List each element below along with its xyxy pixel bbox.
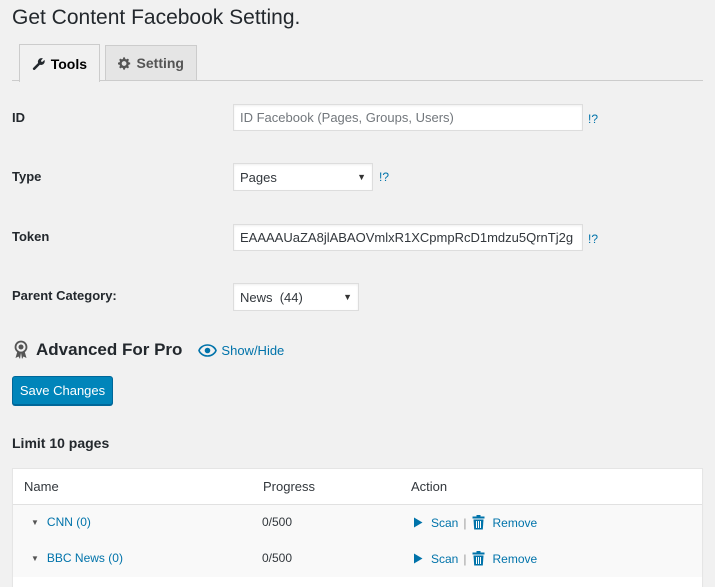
row-actions: Scan | Remove bbox=[413, 551, 537, 566]
row-progress: 0/500 bbox=[262, 515, 293, 529]
limit-text: Limit 10 pages bbox=[12, 435, 110, 451]
trash-icon bbox=[472, 515, 485, 530]
pages-table: Name Progress Action ▼ CNN (0) 0/500 Sca… bbox=[12, 468, 703, 587]
tab-setting[interactable]: Setting bbox=[105, 45, 197, 80]
tab-tools-label: Tools bbox=[50, 55, 87, 72]
row-actions: Scan | Remove bbox=[413, 515, 537, 530]
type-label: Type bbox=[12, 169, 42, 184]
remove-label: Remove bbox=[492, 515, 538, 530]
parent-category-select[interactable]: News (44) ▼ bbox=[233, 283, 359, 311]
token-input[interactable] bbox=[233, 224, 583, 251]
gear-icon bbox=[118, 56, 131, 70]
type-select[interactable]: Pages ▼ bbox=[233, 163, 373, 191]
row-name-link[interactable]: ▼ CNN (0) bbox=[31, 515, 91, 529]
type-select-value: Pages bbox=[240, 169, 277, 185]
eye-icon bbox=[198, 343, 218, 357]
tab-bar: Tools Setting bbox=[12, 44, 703, 82]
award-ribbon-icon bbox=[14, 340, 28, 359]
table-row: ▼ CNN (0) 0/500 Scan | Remove bbox=[13, 505, 702, 541]
parent-category-label: Parent Category: bbox=[12, 288, 117, 303]
token-label: Token bbox=[12, 229, 50, 244]
show-hide-toggle[interactable]: Show/Hide bbox=[198, 343, 284, 358]
remove-button[interactable]: Remove bbox=[472, 551, 537, 566]
id-help-link[interactable]: !? bbox=[588, 112, 598, 126]
row-name: CNN (0) bbox=[46, 515, 91, 529]
table-row: ▼ BBC News (0) 0/500 Scan | Remove bbox=[13, 541, 702, 577]
advanced-section: Advanced For Pro Show/Hide bbox=[12, 340, 284, 360]
page-title: Get Content Facebook Setting. bbox=[12, 6, 301, 29]
trash-icon bbox=[472, 551, 485, 566]
scan-label: Scan bbox=[431, 515, 459, 530]
save-changes-button[interactable]: Save Changes bbox=[12, 376, 113, 405]
caret-down-icon: ▼ bbox=[31, 517, 39, 527]
tab-setting-label: Setting bbox=[136, 55, 184, 71]
tab-tools[interactable]: Tools bbox=[19, 44, 100, 82]
scan-button[interactable]: Scan bbox=[413, 552, 458, 566]
scan-button[interactable]: Scan bbox=[413, 516, 458, 530]
parent-category-value: News (44) bbox=[240, 289, 303, 305]
caret-down-icon: ▼ bbox=[31, 553, 39, 563]
action-separator: | bbox=[463, 551, 467, 566]
action-separator: | bbox=[463, 515, 467, 530]
token-help-link[interactable]: !? bbox=[588, 232, 598, 246]
chevron-down-icon: ▼ bbox=[357, 172, 366, 182]
column-header-progress: Progress bbox=[263, 479, 316, 494]
scan-label: Scan bbox=[431, 551, 459, 566]
row-name: BBC News (0) bbox=[46, 551, 123, 565]
show-hide-label: Show/Hide bbox=[221, 342, 285, 358]
id-input[interactable] bbox=[233, 104, 583, 131]
row-name-link[interactable]: ▼ BBC News (0) bbox=[31, 551, 123, 565]
remove-label: Remove bbox=[492, 551, 538, 566]
id-label: ID bbox=[12, 110, 25, 125]
wrench-icon bbox=[32, 57, 45, 70]
advanced-title: Advanced For Pro bbox=[36, 340, 183, 359]
row-progress: 0/500 bbox=[262, 551, 293, 565]
table-header: Name Progress Action bbox=[13, 469, 702, 505]
type-help-link[interactable]: !? bbox=[379, 170, 389, 184]
chevron-down-icon: ▼ bbox=[343, 292, 352, 302]
column-header-action: Action bbox=[411, 479, 448, 494]
column-header-name: Name bbox=[24, 479, 59, 494]
play-icon bbox=[414, 517, 423, 528]
play-icon bbox=[414, 553, 423, 564]
remove-button[interactable]: Remove bbox=[472, 515, 537, 530]
